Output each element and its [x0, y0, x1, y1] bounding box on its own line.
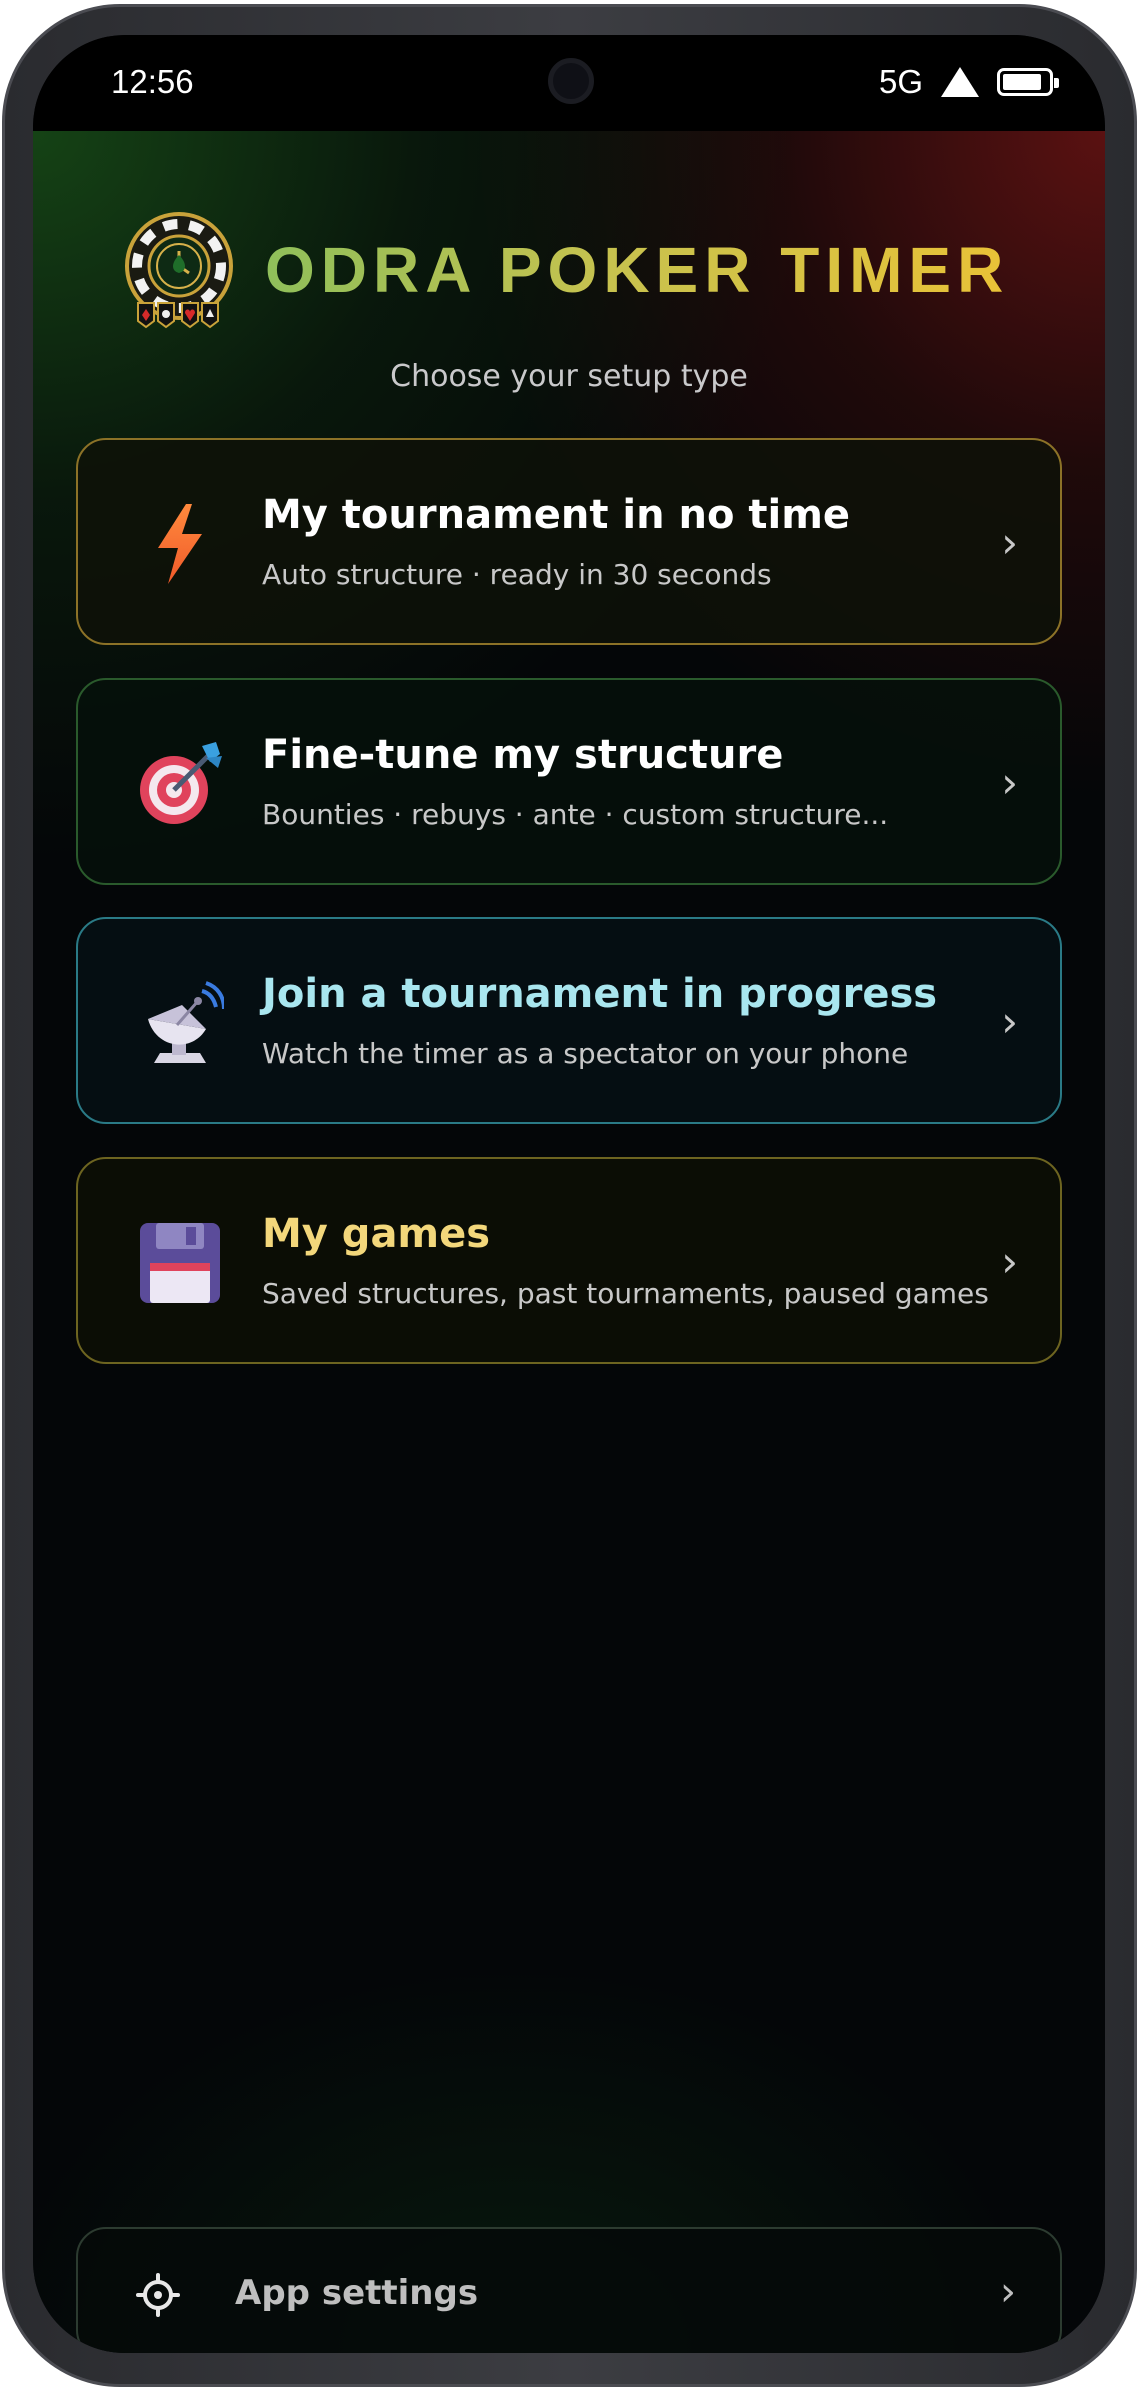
- option-title: My games: [262, 1211, 491, 1257]
- header: ODRA POKER TIMER: [33, 211, 1105, 331]
- option-description: Saved structures, past tournaments, paus…: [262, 1277, 989, 1310]
- option-title: Fine-tune my structure: [262, 732, 784, 778]
- front-camera: [548, 58, 594, 104]
- phone: 12:56 5G ODRA POKER TIMER Choose your se…: [0, 0, 1139, 2389]
- option-description: Watch the timer as a spectator on your p…: [262, 1037, 909, 1070]
- option-title: My tournament in no time: [262, 492, 851, 538]
- floppy-disk-icon: [140, 1223, 220, 1303]
- status-time: 12:56: [111, 63, 194, 100]
- gear-icon: [136, 2273, 180, 2317]
- setup-subtitle: Choose your setup type: [390, 359, 748, 394]
- lightning-icon: [158, 504, 202, 584]
- chevron-right-icon: ›: [1001, 518, 1018, 567]
- signal-icon: [941, 67, 979, 97]
- option-description: Bounties · rebuys · ante · custom struct…: [262, 798, 889, 831]
- poker-chip-logo-icon: [125, 212, 233, 329]
- fine-tune-structure-button[interactable]: Fine-tune my structure Bounties · rebuys…: [76, 678, 1062, 885]
- chevron-right-icon: ›: [1001, 758, 1018, 807]
- app-settings-button[interactable]: App settings ›: [76, 2227, 1062, 2353]
- app-title: ODRA POKER TIMER: [265, 234, 1010, 306]
- network-label: 5G: [878, 63, 923, 100]
- status-icons: 5G: [878, 63, 1059, 101]
- my-games-button[interactable]: My games Saved structures, past tourname…: [76, 1157, 1062, 1364]
- option-title: Join a tournament in progress: [262, 971, 938, 1017]
- quick-tournament-button[interactable]: My tournament in no time Auto structure …: [76, 438, 1062, 645]
- chevron-right-icon: ›: [1001, 997, 1018, 1046]
- chevron-right-icon: ›: [1001, 1237, 1018, 1286]
- screen: 12:56 5G ODRA POKER TIMER Choose your se…: [33, 35, 1105, 2353]
- target-icon: [140, 742, 222, 824]
- option-description: Auto structure · ready in 30 seconds: [262, 558, 772, 591]
- satellite-dish-icon: [148, 981, 224, 1063]
- status-bar: 12:56 5G: [33, 35, 1105, 131]
- battery-icon: [997, 68, 1059, 96]
- app-screen: ODRA POKER TIMER Choose your setup type …: [33, 131, 1105, 2353]
- settings-label: App settings: [235, 2273, 479, 2313]
- join-tournament-button[interactable]: Join a tournament in progress Watch the …: [76, 917, 1062, 1124]
- chevron-right-icon: ›: [1000, 2269, 1016, 2315]
